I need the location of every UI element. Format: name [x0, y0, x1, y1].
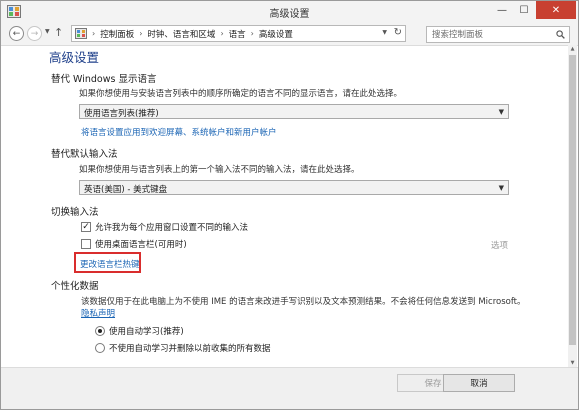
per-app-input-label[interactable]: 允许我为每个应用窗口设置不同的输入法 [95, 221, 248, 233]
forward-button[interactable]: → [27, 26, 42, 41]
desktop-language-bar-checkbox[interactable] [81, 239, 91, 249]
content-area: 高级设置 替代 Windows 显示语言 如果你想使用与安装语言列表中的顺序所确… [1, 45, 578, 367]
back-arrow-icon: ← [12, 28, 21, 39]
search-icon[interactable] [556, 30, 565, 39]
breadcrumb-clock-language-region[interactable]: 时钟、语言和区域 [147, 28, 215, 40]
chevron-down-icon: ▼ [498, 184, 504, 192]
per-app-input-checkbox[interactable]: ✓ [81, 222, 91, 232]
radio-selected-dot [98, 329, 102, 333]
display-language-heading: 替代 Windows 显示语言 [51, 74, 157, 85]
display-language-select[interactable]: 使用语言列表(推荐) ▼ [79, 104, 509, 119]
breadcrumb-advanced-settings[interactable]: 高级设置 [259, 28, 293, 40]
personalization-heading: 个性化数据 [51, 281, 99, 292]
breadcrumb-separator-icon: › [139, 29, 143, 38]
breadcrumb-separator-icon: › [92, 29, 96, 38]
control-panel-icon [75, 28, 87, 39]
no-auto-learning-radio[interactable] [95, 343, 105, 353]
auto-learning-label[interactable]: 使用自动学习(推荐) [109, 325, 184, 337]
title-bar: 高级设置 — ☐ ✕ [1, 1, 578, 23]
no-auto-learning-label[interactable]: 不使用自动学习并删除以前收集的所有数据 [109, 342, 271, 354]
scroll-thumb[interactable] [569, 55, 576, 345]
vertical-scrollbar[interactable]: ▲ ▼ [568, 45, 577, 367]
desktop-language-bar-label[interactable]: 使用桌面语言栏(可用时) [95, 238, 187, 250]
recent-locations-dropdown[interactable]: ▼ [45, 28, 50, 35]
input-method-heading: 替代默认输入法 [51, 149, 118, 160]
address-dropdown-icon[interactable]: ▼ [382, 29, 387, 36]
navigation-bar: ← → ▼ ↑ › 控制面板 › 时钟、语言和区域 › 语言 › 高级设置 ▼ … [1, 23, 578, 45]
personalization-description: 该数据仅用于在此电脑上为不使用 IME 的语言来改进手写识别以及文本预测结果。不… [81, 297, 526, 307]
switch-input-heading: 切换输入法 [51, 207, 99, 218]
breadcrumb-separator-icon: › [220, 29, 224, 38]
auto-learning-radio[interactable] [95, 326, 105, 336]
search-input[interactable] [427, 27, 547, 42]
search-box[interactable] [426, 26, 570, 43]
breadcrumb-control-panel[interactable]: 控制面板 [100, 28, 134, 40]
input-method-selected: 英语(美国) - 美式键盘 [84, 185, 168, 195]
up-button[interactable]: ↑ [54, 26, 63, 39]
address-bar[interactable]: › 控制面板 › 时钟、语言和区域 › 语言 › 高级设置 ▼ ↻ [71, 25, 406, 42]
close-button[interactable]: ✕ [536, 1, 576, 19]
change-language-bar-hotkeys-link[interactable]: 更改语言栏热键 [80, 258, 140, 270]
minimize-button[interactable]: — [492, 1, 512, 19]
input-method-description: 如果你想使用与语言列表上的第一个输入法不同的输入法，请在此处选择。 [79, 165, 360, 175]
apply-language-settings-link[interactable]: 将语言设置应用到欢迎屏幕、系统帐户和新用户帐户 [81, 126, 277, 138]
page-title: 高级设置 [49, 50, 100, 65]
back-button[interactable]: ← [9, 26, 24, 41]
breadcrumb-separator-icon: › [250, 29, 254, 38]
maximize-button[interactable]: ☐ [514, 1, 534, 19]
breadcrumb-language[interactable]: 语言 [229, 28, 246, 40]
privacy-statement-link[interactable]: 隐私声明 [81, 307, 115, 319]
language-bar-options-link[interactable]: 选项 [491, 239, 508, 251]
cancel-button[interactable]: 取消 [443, 374, 515, 392]
checkmark-icon: ✓ [82, 221, 90, 232]
window: 高级设置 — ☐ ✕ ← → ▼ ↑ › 控制面板 › 时钟、语言和区域 › 语… [0, 0, 579, 410]
scroll-up-arrow-icon[interactable]: ▲ [568, 46, 577, 52]
display-language-description: 如果你想使用与安装语言列表中的顺序所确定的语言不同的显示语言，请在此处选择。 [79, 89, 403, 99]
footer-bar: 保存 取消 [1, 367, 578, 409]
refresh-icon[interactable]: ↻ [394, 27, 402, 38]
scroll-down-arrow-icon[interactable]: ▼ [568, 360, 577, 366]
forward-arrow-icon: → [30, 28, 39, 39]
chevron-down-icon: ▼ [498, 108, 504, 116]
display-language-selected: 使用语言列表(推荐) [84, 109, 159, 119]
input-method-select[interactable]: 英语(美国) - 美式键盘 ▼ [79, 180, 509, 195]
